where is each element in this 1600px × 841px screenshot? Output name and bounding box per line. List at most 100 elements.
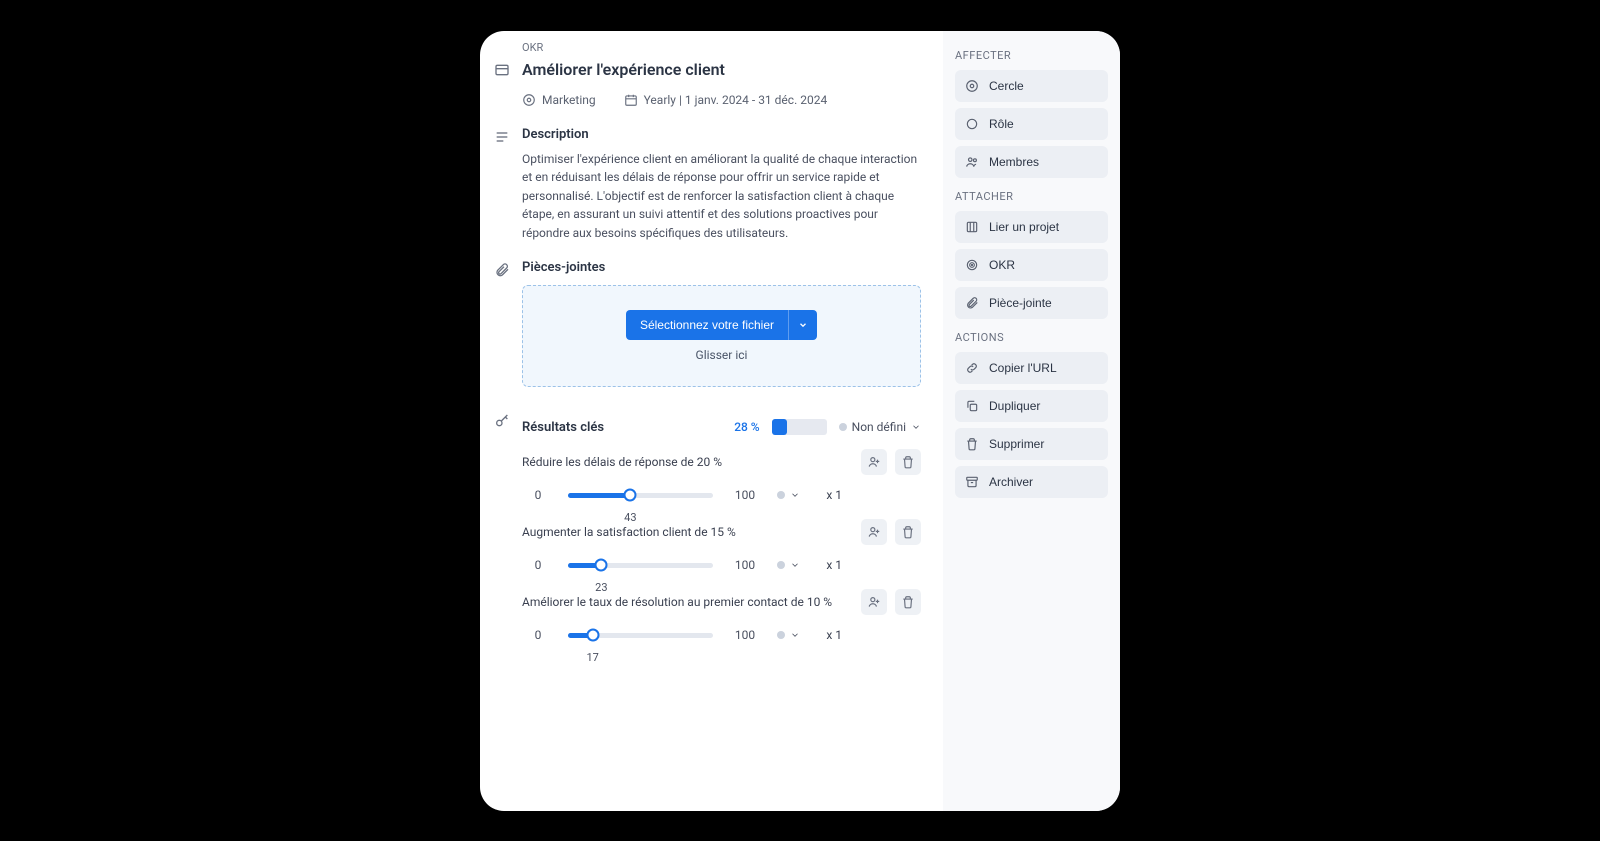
- kr-min: 0: [522, 628, 554, 642]
- kr-title[interactable]: Augmenter la satisfaction client de 15 %: [522, 525, 853, 539]
- circle-chip[interactable]: Marketing: [522, 93, 596, 107]
- kr-max: 100: [727, 558, 763, 572]
- kr-overall-progress: [772, 419, 827, 435]
- chevron-down-icon: [790, 490, 800, 500]
- attach-file-button[interactable]: Pièce-jointe: [955, 287, 1108, 319]
- key-result-item: Réduire les délais de réponse de 20 % 0 …: [522, 449, 921, 505]
- chevron-down-icon: [790, 560, 800, 570]
- assign-members-label: Membres: [989, 155, 1039, 169]
- key-result-item: Améliorer le taux de résolution au premi…: [522, 589, 921, 645]
- select-file-button[interactable]: Sélectionnez votre fichier: [626, 310, 788, 340]
- kr-title[interactable]: Améliorer le taux de résolution au premi…: [522, 595, 853, 609]
- kr-assign-user-button[interactable]: [861, 519, 887, 545]
- circle-outline-icon: [965, 79, 979, 93]
- kr-delete-button[interactable]: [895, 589, 921, 615]
- kr-min: 0: [522, 488, 554, 502]
- attachments-heading: Pièces-jointes: [522, 260, 921, 275]
- assign-role-label: Rôle: [989, 117, 1014, 131]
- kr-status-label: Non défini: [852, 420, 906, 434]
- trash-icon: [965, 437, 979, 451]
- assign-circle-label: Cercle: [989, 79, 1024, 93]
- kr-current-value: 43: [624, 511, 636, 524]
- attach-project-button[interactable]: Lier un projet: [955, 211, 1108, 243]
- attach-project-label: Lier un projet: [989, 220, 1059, 234]
- kr-item-status-dropdown[interactable]: [777, 630, 800, 640]
- drag-here-hint: Glisser ici: [535, 348, 908, 362]
- text-lines-icon: [494, 129, 510, 145]
- chevron-down-icon: [911, 422, 921, 432]
- assign-members-button[interactable]: Membres: [955, 146, 1108, 178]
- kr-weight: x 1: [814, 558, 842, 572]
- kr-overall-progress-fill: [772, 419, 787, 435]
- period-label: Yearly | 1 janv. 2024 - 31 déc. 2024: [644, 93, 828, 107]
- select-file-dropdown-button[interactable]: [788, 310, 817, 340]
- sidebar: AFFECTER Cercle Rôle Membres ATTACHER Li…: [943, 31, 1120, 811]
- archive-icon: [965, 475, 979, 489]
- kr-slider[interactable]: 23: [568, 555, 713, 575]
- kr-delete-button[interactable]: [895, 519, 921, 545]
- action-delete-button[interactable]: Supprimer: [955, 428, 1108, 460]
- circle-label: Marketing: [542, 93, 596, 107]
- description-text[interactable]: Optimiser l'expérience client en amélior…: [522, 150, 921, 243]
- description-heading: Description: [522, 127, 921, 142]
- key-result-item: Augmenter la satisfaction client de 15 %…: [522, 519, 921, 575]
- sidebar-group-assign: AFFECTER: [955, 49, 1108, 62]
- kr-status-dropdown[interactable]: Non défini: [839, 420, 921, 434]
- page-title: Améliorer l'expérience client: [522, 60, 921, 79]
- kr-assign-user-button[interactable]: [861, 589, 887, 615]
- main-panel: OKR Améliorer l'expérience client Market…: [480, 31, 943, 811]
- action-duplicate-button[interactable]: Dupliquer: [955, 390, 1108, 422]
- assign-role-button[interactable]: Rôle: [955, 108, 1108, 140]
- project-icon: [965, 220, 979, 234]
- chevron-down-icon: [798, 320, 808, 330]
- kr-delete-button[interactable]: [895, 449, 921, 475]
- action-copy-url-button[interactable]: Copier l'URL: [955, 352, 1108, 384]
- sidebar-group-actions: ACTIONS: [955, 331, 1108, 344]
- attach-okr-label: OKR: [989, 258, 1015, 272]
- kr-slider[interactable]: 43: [568, 485, 713, 505]
- kr-weight: x 1: [814, 488, 842, 502]
- paperclip-icon: [965, 296, 979, 310]
- kr-item-status-dropdown[interactable]: [777, 490, 800, 500]
- key-icon: [494, 413, 510, 429]
- kr-max: 100: [727, 628, 763, 642]
- period-chip[interactable]: Yearly | 1 janv. 2024 - 31 déc. 2024: [624, 93, 828, 107]
- action-duplicate-label: Dupliquer: [989, 399, 1040, 413]
- status-dot-icon: [777, 631, 785, 639]
- action-archive-button[interactable]: Archiver: [955, 466, 1108, 498]
- users-icon: [965, 155, 979, 169]
- card-icon: [494, 62, 510, 78]
- kr-current-value: 17: [586, 651, 598, 664]
- kr-assign-user-button[interactable]: [861, 449, 887, 475]
- status-dot-icon: [839, 423, 847, 431]
- assign-circle-button[interactable]: Cercle: [955, 70, 1108, 102]
- circle-icon: [965, 117, 979, 131]
- meta-line: Marketing Yearly | 1 janv. 2024 - 31 déc…: [494, 93, 921, 107]
- kr-max: 100: [727, 488, 763, 502]
- breadcrumb: OKR: [494, 41, 921, 54]
- status-dot-icon: [777, 561, 785, 569]
- calendar-icon: [624, 93, 638, 107]
- kr-title[interactable]: Réduire les délais de réponse de 20 %: [522, 455, 853, 469]
- kr-current-value: 23: [595, 581, 607, 594]
- action-delete-label: Supprimer: [989, 437, 1044, 451]
- kr-slider[interactable]: 17: [568, 625, 713, 645]
- sidebar-group-attach: ATTACHER: [955, 190, 1108, 203]
- link-icon: [965, 361, 979, 375]
- circle-outline-icon: [522, 93, 536, 107]
- copy-icon: [965, 399, 979, 413]
- target-icon: [965, 258, 979, 272]
- attach-file-label: Pièce-jointe: [989, 296, 1052, 310]
- paperclip-icon: [494, 262, 510, 278]
- key-results-heading: Résultats clés: [522, 420, 604, 435]
- attach-okr-button[interactable]: OKR: [955, 249, 1108, 281]
- file-dropzone[interactable]: Sélectionnez votre fichier Glisser ici: [522, 285, 921, 387]
- okr-detail-window: OKR Améliorer l'expérience client Market…: [480, 31, 1120, 811]
- kr-overall-percent: 28 %: [734, 420, 759, 434]
- kr-weight: x 1: [814, 628, 842, 642]
- kr-item-status-dropdown[interactable]: [777, 560, 800, 570]
- action-copy-url-label: Copier l'URL: [989, 361, 1057, 375]
- kr-min: 0: [522, 558, 554, 572]
- status-dot-icon: [777, 491, 785, 499]
- action-archive-label: Archiver: [989, 475, 1033, 489]
